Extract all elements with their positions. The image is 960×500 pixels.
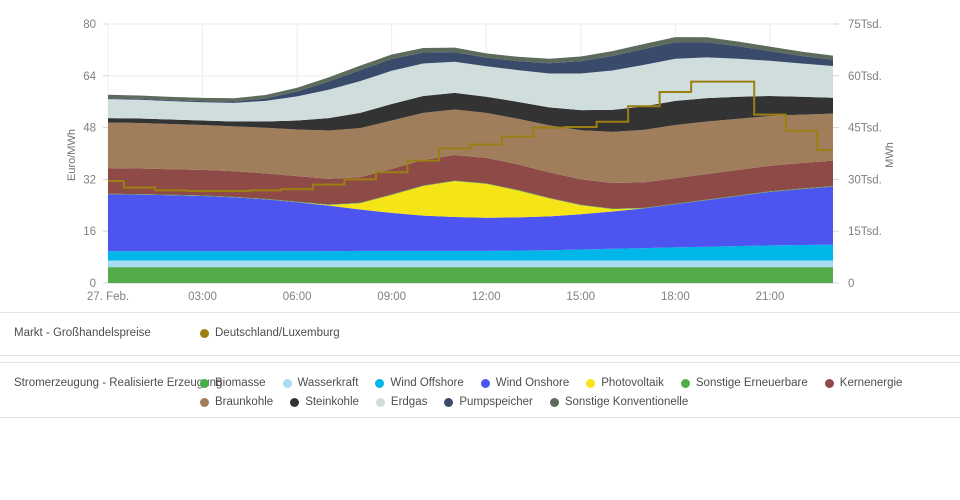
x-axis-tick: 06:00 [283, 291, 312, 303]
legend-color-swatch-icon [375, 379, 385, 388]
legend-item-label: Steinkohle [305, 396, 359, 408]
left-axis-tick: 0 [90, 278, 96, 290]
left-axis-tick: 16 [83, 226, 96, 238]
legend-color-swatch-icon [200, 329, 209, 338]
legend-color-swatch-icon [680, 379, 690, 388]
legend-item-label: Photovoltaik [601, 377, 664, 389]
legend-item-braunkohle[interactable]: Braunkohle [200, 395, 273, 410]
legend-generation-panel: Stromerzeugung - Realisierte Erzeugung B… [0, 362, 960, 418]
right-axis-tick: 75Tsd. [848, 19, 882, 31]
x-axis-tick: 09:00 [377, 291, 406, 303]
legend-color-swatch-icon [444, 398, 454, 407]
x-axis-tick: 21:00 [756, 291, 785, 303]
legend-item-erdgas[interactable]: Erdgas [375, 395, 428, 410]
energy-chart[interactable]: 0 16 32 48 64 80 0 15Tsd. 30Tsd. 45Tsd. 60Tsd. 75Ts… [0, 0, 960, 310]
legend-market-panel: Markt - Großhandelspreise Deutschland/Lu… [0, 312, 960, 356]
legend-item-deutschland-luxemburg[interactable]: Deutschland/Luxemburg [200, 326, 340, 341]
legend-item-label: Biomasse [215, 377, 266, 389]
area-biomasse[interactable] [108, 267, 833, 283]
legend-item-label: Kernenergie [839, 377, 903, 389]
x-axis-tick: 03:00 [188, 291, 217, 303]
left-axis-tick: 64 [83, 71, 96, 83]
legend-item-label: Braunkohle [215, 396, 274, 408]
chart-page: 0 16 32 48 64 80 0 15Tsd. 30Tsd. 45Tsd. 60Tsd. 75Ts… [0, 0, 960, 500]
legend-item-sonstige-erneuerbare[interactable]: Sonstige Erneuerbare [680, 376, 808, 391]
legend-generation-title: Stromerzeugung - Realisierte Erzeugung [14, 377, 223, 389]
chart-canvas[interactable]: 0 16 32 48 64 80 0 15Tsd. 30Tsd. 45Tsd. 60Tsd. 75Ts… [0, 0, 960, 310]
legend-market-title: Markt - Großhandelspreise [14, 327, 151, 339]
stacked-areas[interactable] [108, 37, 833, 283]
right-axis-title: MWh [884, 142, 896, 168]
legend-color-swatch-icon [290, 398, 300, 407]
left-axis-tick: 32 [83, 174, 96, 186]
area-wasserkraft[interactable] [108, 260, 833, 268]
x-axis-tick: 12:00 [472, 291, 501, 303]
legend-generation-items[interactable]: Biomasse Wasserkraft Wind Offshore Wind Ons… [200, 376, 960, 414]
right-axis-tick: 45Tsd. [848, 123, 882, 135]
legend-item-label: Erdgas [390, 396, 428, 408]
legend-item-wind-onshore[interactable]: Wind Onshore [480, 376, 570, 391]
left-axis-tick: 80 [83, 19, 96, 31]
legend-item-label: Pumpspeicher [459, 396, 533, 408]
right-axis-tick: 0 [848, 278, 854, 290]
legend-item-photovoltaik[interactable]: Photovoltaik [586, 376, 664, 391]
legend-color-swatch-icon [480, 379, 490, 388]
legend-item-pumpspeicher[interactable]: Pumpspeicher [444, 395, 533, 410]
legend-item-label: Sonstige Erneuerbare [695, 377, 808, 389]
legend-color-swatch-icon [824, 379, 834, 388]
legend-color-swatch-icon [375, 398, 385, 407]
legend-item-wasserkraft[interactable]: Wasserkraft [282, 376, 359, 391]
legend-item-label: Deutschland/Luxemburg [215, 327, 340, 339]
legend-item-biomasse[interactable]: Biomasse [200, 376, 266, 391]
legend-item-label: Wind Offshore [390, 377, 464, 389]
right-axis-tick: 30Tsd. [848, 174, 882, 186]
left-axis-tick: 48 [83, 123, 96, 135]
legend-item-label: Wasserkraft [297, 377, 359, 389]
legend-item-kernenergie[interactable]: Kernenergie [824, 376, 903, 391]
legend-item-label: Wind Onshore [495, 377, 570, 389]
left-axis-title: Euro/MWh [66, 129, 78, 181]
legend-item-steinkohle[interactable]: Steinkohle [290, 395, 359, 410]
legend-color-swatch-icon [586, 379, 596, 388]
legend-color-swatch-icon [282, 379, 292, 388]
x-axis-tick: 18:00 [661, 291, 690, 303]
legend-color-swatch-icon [549, 398, 559, 407]
right-axis-tick: 60Tsd. [848, 71, 882, 83]
x-axis-tick: 15:00 [566, 291, 595, 303]
legend-item-sonstige-konventionelle[interactable]: Sonstige Konventionelle [549, 395, 689, 410]
legend-item-label: Sonstige Konventionelle [564, 396, 689, 408]
legend-color-swatch-icon [200, 398, 209, 407]
legend-color-swatch-icon [200, 379, 209, 388]
x-axis-tick: 27. Feb. [87, 291, 129, 303]
legend-market-items[interactable]: Deutschland/Luxemburg [200, 326, 960, 345]
right-axis-tick: 15Tsd. [848, 226, 882, 238]
legend-item-wind-offshore[interactable]: Wind Offshore [375, 376, 464, 391]
